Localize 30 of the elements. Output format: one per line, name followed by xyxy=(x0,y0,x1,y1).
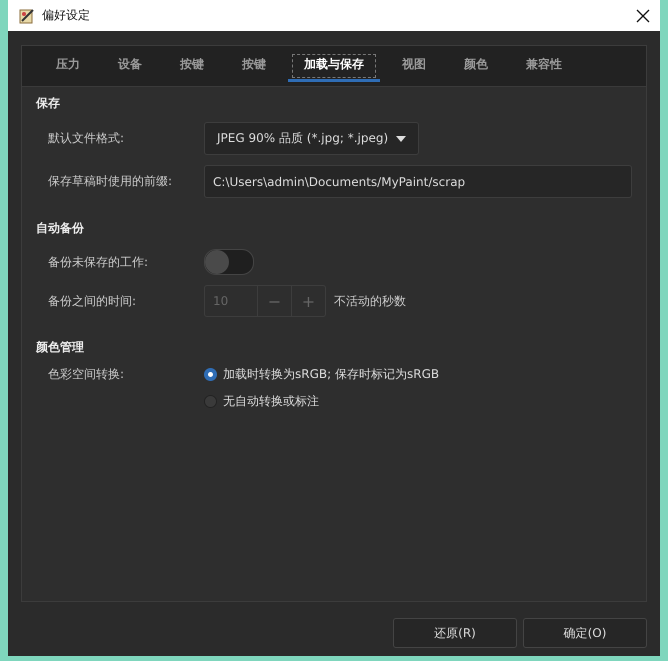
tab[interactable]: 按键 xyxy=(164,50,220,82)
tab[interactable]: 颜色 xyxy=(448,50,504,82)
section-heading: 保存 xyxy=(36,95,61,112)
toggle-switch[interactable] xyxy=(204,249,254,275)
unit-label: 不活动的秒数 xyxy=(334,292,406,310)
format-dropdown[interactable]: JPEG 90% 品质 (*.jpg; *.jpeg) xyxy=(204,122,420,155)
field-label: 备份未保存的工作: xyxy=(48,254,150,270)
dialog-button[interactable]: 确定(O) xyxy=(523,618,647,648)
radio-label[interactable]: 加载时转换为sRGB; 保存时标记为sRGB xyxy=(223,366,440,383)
tab[interactable]: 视图 xyxy=(386,50,442,82)
field-label: 色彩空间转换: xyxy=(48,366,126,383)
field-label: 保存草稿时使用的前缀: xyxy=(48,173,174,190)
radio-button[interactable] xyxy=(204,368,217,381)
close-icon[interactable] xyxy=(636,8,650,22)
caret-icon xyxy=(396,136,406,142)
section-heading: 颜色管理 xyxy=(36,339,85,356)
app-icon xyxy=(18,6,36,24)
field-label: 备份之间的时间: xyxy=(48,292,138,310)
input-field[interactable]: C:\Users\admin\Documents/MyPaint/scrap xyxy=(204,165,632,198)
tab[interactable]: 加载与保存 xyxy=(288,50,380,82)
radio-button[interactable] xyxy=(204,395,217,408)
window-title: 偏好设定 xyxy=(42,7,91,24)
tab[interactable]: 压力 xyxy=(40,50,96,82)
radio-label[interactable]: 无自动转换或标注 xyxy=(223,393,319,410)
tab[interactable]: 兼容性 xyxy=(510,50,578,82)
section-heading: 自动备份 xyxy=(36,220,85,237)
tab[interactable]: 按键 xyxy=(226,50,282,82)
dialog-button[interactable]: 还原(R) xyxy=(393,618,517,648)
tab[interactable]: 设备 xyxy=(102,50,158,82)
field-label: 默认文件格式: xyxy=(48,130,126,147)
